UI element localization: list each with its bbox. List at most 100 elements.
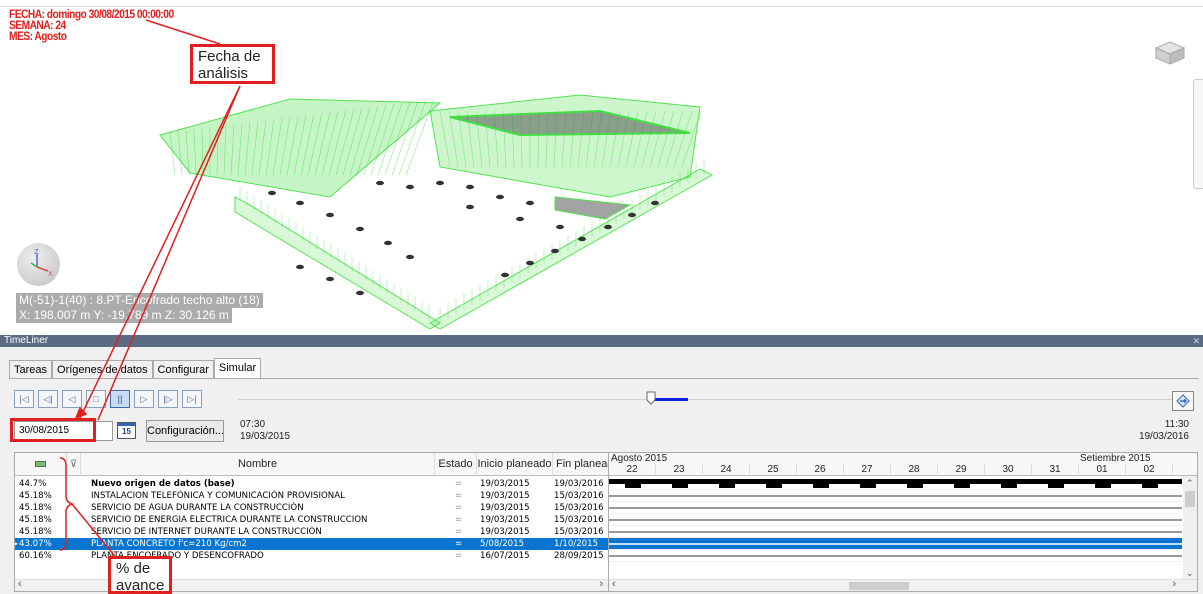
- scroll-left-icon[interactable]: ‹: [18, 578, 22, 590]
- task-row[interactable]: 45.18% INSTALACION TELEFÓNICA Y COMUNICAC…: [15, 490, 608, 502]
- gantt-month-header: Agosto 2015 Setiembre 2015: [609, 453, 1197, 464]
- export-icon: [1176, 394, 1190, 408]
- pause-icon[interactable]: ||: [110, 390, 130, 408]
- model-column: [296, 200, 304, 206]
- gantt-task-bar[interactable]: [609, 555, 1182, 557]
- gantt-row[interactable]: [609, 514, 1182, 526]
- gantt-task-bar[interactable]: [609, 479, 1182, 484]
- scroll-right-icon[interactable]: ›: [1172, 578, 1176, 590]
- model-column: [628, 212, 636, 218]
- scroll-up-icon[interactable]: ⌃: [1186, 478, 1194, 489]
- close-icon[interactable]: ✕: [1192, 335, 1200, 347]
- task-row[interactable]: 45.18% SERVICIO DE AGUA DURANTE LA CONSTR…: [15, 502, 608, 514]
- task-row[interactable]: 43.07% PLANTA CONCRETO f'c=210 Kg/cm2 = 5/0…: [15, 538, 608, 550]
- callout-text: análisis: [198, 65, 249, 82]
- task-planned-start: 19/03/2015: [480, 491, 530, 501]
- gantt-task-bar[interactable]: [609, 543, 1182, 545]
- gantt-row[interactable]: [609, 538, 1182, 550]
- model-geometry: [429, 94, 701, 198]
- progress-callout: % de avance: [108, 556, 172, 594]
- gantt-task-bar[interactable]: [609, 519, 1182, 521]
- go-start-icon[interactable]: |◁: [14, 390, 34, 408]
- gantt-row[interactable]: [609, 502, 1182, 514]
- scroll-down-icon[interactable]: ⌄: [1186, 568, 1194, 579]
- task-planned-start: 19/03/2015: [480, 503, 530, 513]
- tab-bar: Tareas Orígenes de datos Configurar Simu…: [9, 358, 262, 379]
- task-row[interactable]: 45.18% SERVICIO DE ENERGIA ELECTRICA DURA…: [15, 514, 608, 526]
- gantt-row[interactable]: [609, 478, 1182, 490]
- gantt-day-label: 25: [750, 464, 797, 476]
- gantt-row[interactable]: [609, 550, 1182, 562]
- active-column-header[interactable]: [15, 453, 67, 476]
- hud-month: MES: Agosto: [9, 29, 67, 43]
- column-header-inicio[interactable]: Inicio planeado: [477, 453, 553, 476]
- task-row[interactable]: 60.16% PLANTA ENCOFRADO Y DESENCOFRADO = 16…: [15, 550, 608, 562]
- task-planned-end: 19/03/2016: [554, 479, 604, 489]
- element-info-label: M(-51)-1(40) : 8.PT-Encofrado techo alto…: [16, 293, 263, 308]
- gantt-task-bar[interactable]: [609, 507, 1182, 509]
- scroll-left-icon[interactable]: ‹: [612, 578, 616, 590]
- export-button[interactable]: [1172, 391, 1194, 411]
- step-back-icon[interactable]: ◁|: [38, 390, 58, 408]
- column-header-nombre[interactable]: Nombre: [81, 453, 435, 476]
- simulation-slider-thumb[interactable]: [646, 391, 656, 405]
- step-forward-icon[interactable]: |▷: [158, 390, 178, 408]
- scroll-thumb[interactable]: [849, 582, 909, 590]
- gantt-day-header: 22 23 24 25 26 27 28 29 30 31 01 02: [609, 464, 1197, 476]
- model-geometry: [159, 98, 442, 198]
- stop-icon[interactable]: □: [86, 390, 106, 408]
- callout-text: avance: [116, 577, 165, 594]
- gantt-row[interactable]: [609, 490, 1182, 502]
- axis-gizmo-icon[interactable]: Z X: [17, 243, 60, 286]
- scroll-thumb[interactable]: [1185, 491, 1195, 507]
- configuration-button[interactable]: Configuración...: [146, 420, 224, 442]
- timeliner-panel: TimeLiner ✕ Tareas Orígenes de datos Con…: [0, 335, 1203, 594]
- task-planned-end: 1/10/2015: [554, 539, 599, 549]
- timeliner-titlebar: TimeLiner ✕: [0, 335, 1203, 347]
- gantt-task-bar[interactable]: [609, 531, 1182, 533]
- tab-configurar[interactable]: Configurar: [152, 360, 214, 379]
- svg-text:Z: Z: [34, 248, 39, 256]
- task-name: Nuevo origen de datos (base): [91, 479, 235, 489]
- task-name: PLANTA CONCRETO f'c=210 Kg/cm2: [91, 539, 248, 549]
- 3d-viewport[interactable]: FECHA: domingo 30/08/2015 00:00:00 SEMAN…: [0, 6, 1203, 332]
- column-header-estado[interactable]: Estado: [435, 453, 477, 476]
- task-planned-start: 19/03/2015: [480, 479, 530, 489]
- gantt-day-label: 02: [1126, 464, 1173, 476]
- gantt-horizontal-scrollbar[interactable]: ‹ ›: [609, 578, 1197, 591]
- task-planned-end: 15/03/2016: [554, 527, 604, 537]
- tab-simular[interactable]: Simular: [213, 358, 262, 379]
- gantt-task-bar[interactable]: [609, 495, 1182, 497]
- model-column: [526, 260, 534, 266]
- filter-icon: ⊽: [69, 458, 78, 470]
- model-column: [406, 254, 414, 260]
- tab-tareas[interactable]: Tareas: [9, 360, 53, 379]
- task-name: SERVICIO DE ENERGIA ELECTRICA DURANTE LA…: [91, 515, 368, 525]
- task-progress-percent: 45.18%: [19, 515, 52, 525]
- gantt-row[interactable]: [609, 526, 1182, 538]
- scroll-right-icon[interactable]: ›: [599, 578, 603, 590]
- task-row[interactable]: 44.7% Nuevo origen de datos (base) = 19/03/…: [15, 478, 608, 490]
- navigation-bar[interactable]: [1193, 79, 1203, 189]
- gantt-day-label: 22: [609, 464, 656, 476]
- task-planned-start: 19/03/2015: [480, 527, 530, 537]
- simulation-slider-track[interactable]: [238, 399, 1176, 400]
- column-header-fin[interactable]: Fin planeado: [553, 453, 608, 476]
- filter-column-header[interactable]: ⊽: [67, 453, 81, 476]
- tab-origenes-de-datos[interactable]: Orígenes de datos: [52, 360, 153, 379]
- grid-horizontal-scrollbar[interactable]: ‹ ›: [15, 578, 608, 591]
- play-icon[interactable]: ▷: [134, 390, 154, 408]
- task-progress-percent: 43.07%: [19, 539, 52, 549]
- building-model[interactable]: [0, 7, 1203, 332]
- gantt-vertical-scrollbar[interactable]: ⌃ ⌄: [1183, 476, 1197, 581]
- task-progress-percent: 44.7%: [19, 479, 47, 489]
- gantt-day-label: 31: [1032, 464, 1079, 476]
- gantt-day-label: 28: [891, 464, 938, 476]
- task-row[interactable]: 45.18% SERVICIO DE INTERNET DURANTE LA CO…: [15, 526, 608, 538]
- play-reverse-icon[interactable]: ◁: [62, 390, 82, 408]
- calendar-icon[interactable]: 15: [117, 422, 136, 439]
- task-status-icon: =: [455, 479, 463, 489]
- go-end-icon[interactable]: ▷|: [182, 390, 202, 408]
- end-time: 11:30: [1164, 419, 1189, 430]
- viewcube-icon[interactable]: [1150, 36, 1190, 68]
